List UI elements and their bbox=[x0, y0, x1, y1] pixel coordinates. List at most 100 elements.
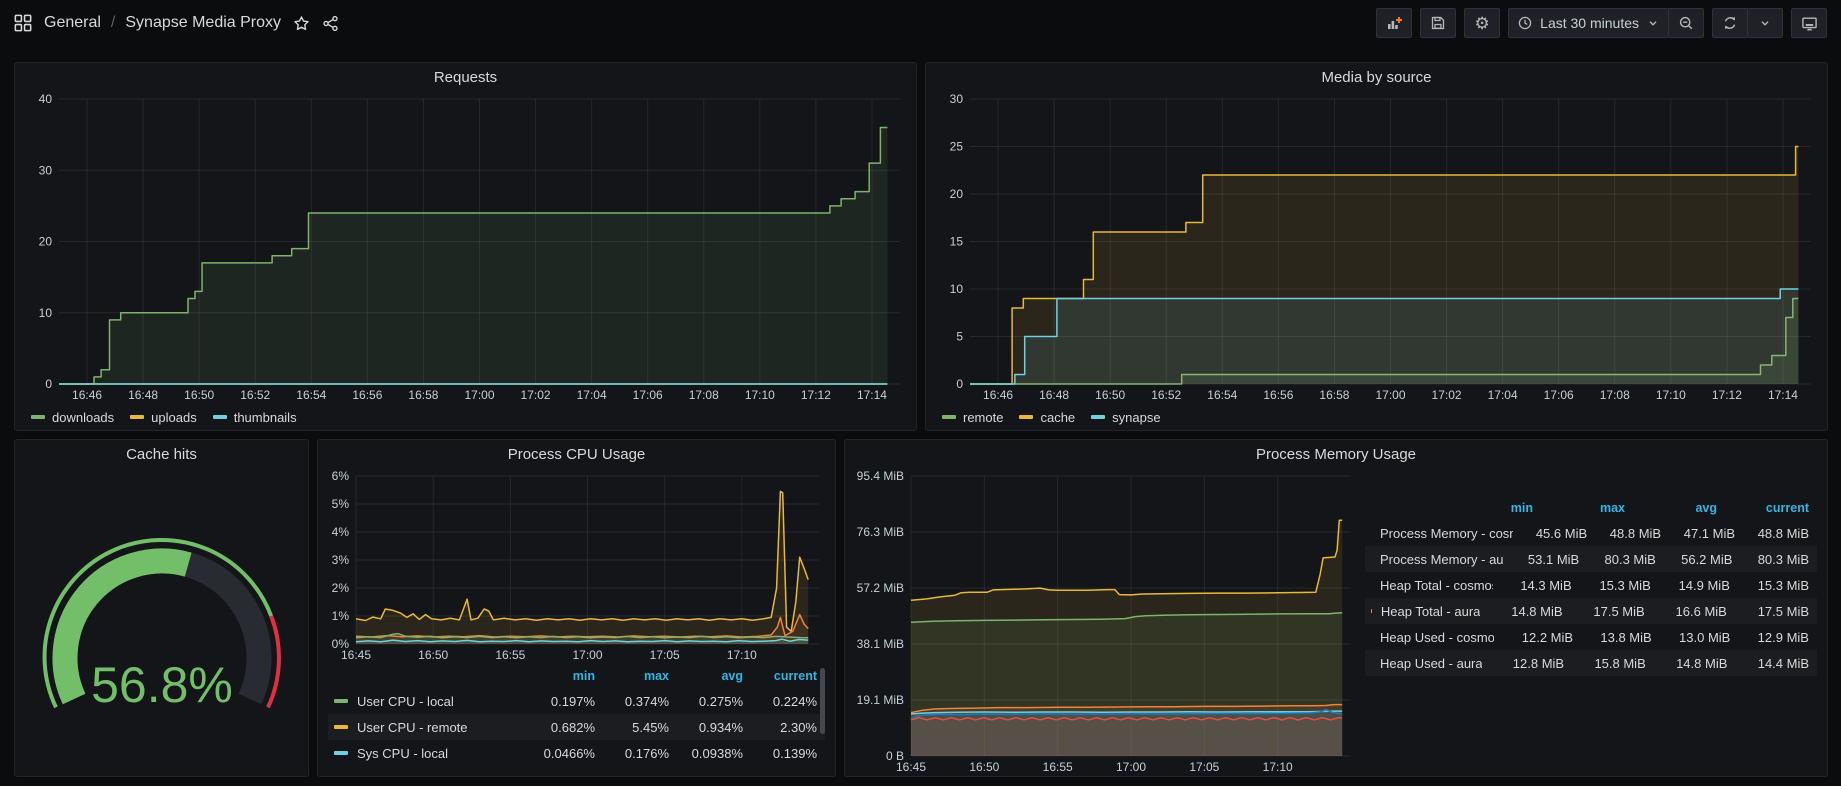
share-icon[interactable] bbox=[322, 15, 339, 32]
legend-value-avg: 0.934% bbox=[669, 720, 743, 735]
panel-title[interactable]: Requests bbox=[15, 63, 916, 91]
page-title[interactable]: Synapse Media Proxy bbox=[125, 14, 281, 32]
time-picker-group: Last 30 minutes bbox=[1508, 8, 1704, 38]
time-range-picker[interactable]: Last 30 minutes bbox=[1508, 8, 1669, 38]
refresh-interval-button[interactable] bbox=[1747, 8, 1783, 38]
legend-column-avg[interactable]: avg bbox=[1625, 501, 1717, 515]
refresh-group bbox=[1712, 8, 1783, 38]
y-axis-tick-label: 30 bbox=[39, 163, 53, 177]
memory-chart[interactable]: 16:4516:5016:5517:0017:0517:100 B19.1 Mi… bbox=[853, 468, 1359, 776]
legend-table-row: Process Memory - aura53.1 MiB80.3 MiB56.… bbox=[1365, 546, 1817, 572]
x-axis-tick-label: 16:56 bbox=[352, 388, 382, 402]
legend-value-max: 5.45% bbox=[595, 720, 669, 735]
legend-label: Process Memory - aura bbox=[1380, 552, 1503, 567]
y-axis-tick-label: 2% bbox=[332, 581, 350, 595]
x-axis-tick-label: 17:10 bbox=[727, 648, 757, 662]
memory-plot[interactable]: 16:4516:5016:5517:0017:0517:100 B19.1 Mi… bbox=[853, 468, 1359, 776]
legend-item-downloads[interactable]: downloads bbox=[31, 410, 114, 425]
panel-media-by-source: Media by source 16:4616:4816:5016:5216:5… bbox=[925, 62, 1828, 431]
y-axis-tick-label: 0 B bbox=[886, 749, 904, 763]
x-axis-tick-label: 17:10 bbox=[1263, 760, 1293, 774]
requests-plot[interactable]: 16:4616:4816:5016:5216:5416:5616:5817:00… bbox=[23, 91, 908, 404]
x-axis-tick-label: 17:05 bbox=[1189, 760, 1219, 774]
cycle-view-button[interactable] bbox=[1791, 8, 1827, 38]
star-icon[interactable] bbox=[293, 15, 310, 32]
save-dashboard-button[interactable] bbox=[1420, 8, 1456, 38]
legend-label: uploads bbox=[151, 410, 197, 425]
legend-value-min: 0.0466% bbox=[521, 746, 595, 761]
legend-value-max: 17.5 MiB bbox=[1563, 604, 1645, 619]
legend-series-Heap Used - aura[interactable]: Heap Used - aura bbox=[1371, 656, 1482, 671]
series-line-User CPU - remote bbox=[356, 491, 808, 631]
y-axis-tick-label: 0 bbox=[956, 377, 963, 391]
x-axis-tick-label: 16:54 bbox=[296, 388, 326, 402]
requests-chart[interactable]: 16:4616:4816:5016:5216:5416:5616:5817:00… bbox=[23, 91, 908, 404]
y-axis-tick-label: 0% bbox=[332, 637, 350, 651]
legend-column-max[interactable]: max bbox=[1533, 501, 1625, 515]
legend-column-min[interactable]: min bbox=[521, 669, 595, 683]
x-axis-tick-label: 16:54 bbox=[1207, 388, 1237, 402]
legend-table-row: Heap Total - cosmos14.3 MiB15.3 MiB14.9 … bbox=[1365, 572, 1817, 598]
legend-series-Heap Used - cosmos[interactable]: Heap Used - cosmos bbox=[1371, 630, 1494, 645]
legend-series-Sys CPU - local[interactable]: Sys CPU - local bbox=[334, 746, 521, 761]
legend-label: cache bbox=[1040, 410, 1075, 425]
legend-value-avg: 14.9 MiB bbox=[1651, 578, 1730, 593]
legend-item-synapse[interactable]: synapse bbox=[1091, 410, 1160, 425]
x-axis-tick-label: 16:55 bbox=[495, 648, 525, 662]
legend-swatch bbox=[334, 751, 348, 755]
legend-series-Process Memory - aura[interactable]: Process Memory - aura bbox=[1371, 552, 1503, 567]
legend-value-min: 0.682% bbox=[521, 720, 595, 735]
legend-scrollbar[interactable] bbox=[820, 668, 825, 734]
x-axis-tick-label: 17:00 bbox=[1375, 388, 1405, 402]
legend-item-thumbnails[interactable]: thumbnails bbox=[213, 410, 297, 425]
breadcrumb-section[interactable]: General bbox=[44, 14, 101, 32]
media-plot[interactable]: 16:4616:4816:5016:5216:5416:5616:5817:00… bbox=[934, 91, 1819, 404]
monitor-icon bbox=[1801, 15, 1818, 32]
zoom-out-button[interactable] bbox=[1668, 8, 1704, 38]
series-fill-User CPU - remote bbox=[356, 491, 808, 644]
x-axis-tick-label: 17:04 bbox=[1488, 388, 1518, 402]
x-axis-tick-label: 16:48 bbox=[1039, 388, 1069, 402]
cpu-chart[interactable]: 16:4516:5016:5517:0017:0517:100%1%2%3%4%… bbox=[326, 468, 827, 664]
legend-column-max[interactable]: max bbox=[595, 669, 669, 683]
legend-value-avg: 0.0938% bbox=[669, 746, 743, 761]
legend-series-Heap Total - cosmos[interactable]: Heap Total - cosmos bbox=[1371, 578, 1493, 593]
x-axis-tick-label: 16:58 bbox=[1319, 388, 1349, 402]
legend-series-User CPU - local[interactable]: User CPU - local bbox=[334, 694, 521, 709]
legend-value-min: 12.8 MiB bbox=[1482, 656, 1564, 671]
legend-column-current[interactable]: current bbox=[1717, 501, 1809, 515]
legend-value-max: 13.8 MiB bbox=[1573, 630, 1652, 645]
series-fill-Heap Used - cosmos bbox=[911, 718, 1342, 756]
series-fill-downloads bbox=[59, 128, 887, 385]
legend-value-avg: 16.6 MiB bbox=[1645, 604, 1727, 619]
panel-requests: Requests 16:4616:4816:5016:5216:5416:561… bbox=[14, 62, 917, 431]
legend-item-uploads[interactable]: uploads bbox=[130, 410, 197, 425]
legend-column-avg[interactable]: avg bbox=[669, 669, 743, 683]
panel-title[interactable]: Cache hits bbox=[15, 440, 308, 468]
plus-icon bbox=[1396, 17, 1402, 23]
dashboard-settings-button[interactable]: ⚙ bbox=[1464, 8, 1500, 38]
legend-item-remote[interactable]: remote bbox=[942, 410, 1003, 425]
gear-icon: ⚙ bbox=[1475, 15, 1490, 32]
media-chart[interactable]: 16:4616:4816:5016:5216:5416:5616:5817:00… bbox=[934, 91, 1819, 404]
refresh-button[interactable] bbox=[1712, 8, 1748, 38]
panel-title[interactable]: Media by source bbox=[926, 63, 1827, 91]
legend-value-min: 0.197% bbox=[521, 694, 595, 709]
legend-item-cache[interactable]: cache bbox=[1019, 410, 1075, 425]
legend-value-current: 14.4 MiB bbox=[1727, 656, 1809, 671]
legend-series-Heap Total - aura[interactable]: Heap Total - aura bbox=[1371, 604, 1480, 619]
legend-column-min[interactable]: min bbox=[1441, 501, 1533, 515]
legend-table-row: Heap Used - cosmos12.2 MiB13.8 MiB13.0 M… bbox=[1365, 624, 1817, 650]
panel-title[interactable]: Process CPU Usage bbox=[318, 440, 835, 468]
legend-value-current: 2.30% bbox=[743, 720, 817, 735]
legend-series-Process Memory - cosmos[interactable]: Process Memory - cosmos bbox=[1371, 526, 1513, 541]
legend-label: User CPU - remote bbox=[357, 720, 468, 735]
legend-series-User CPU - remote[interactable]: User CPU - remote bbox=[334, 720, 521, 735]
panel-title[interactable]: Process Memory Usage bbox=[845, 440, 1827, 468]
y-axis-tick-label: 25 bbox=[950, 140, 964, 154]
legend-column-current[interactable]: current bbox=[743, 669, 817, 683]
add-panel-button[interactable] bbox=[1376, 8, 1412, 38]
legend-table-row: Process Memory - cosmos45.6 MiB48.8 MiB4… bbox=[1365, 520, 1817, 546]
cpu-plot[interactable]: 16:4516:5016:5517:0017:0517:100%1%2%3%4%… bbox=[326, 468, 827, 664]
dashboard-grid-icon[interactable] bbox=[14, 14, 32, 32]
